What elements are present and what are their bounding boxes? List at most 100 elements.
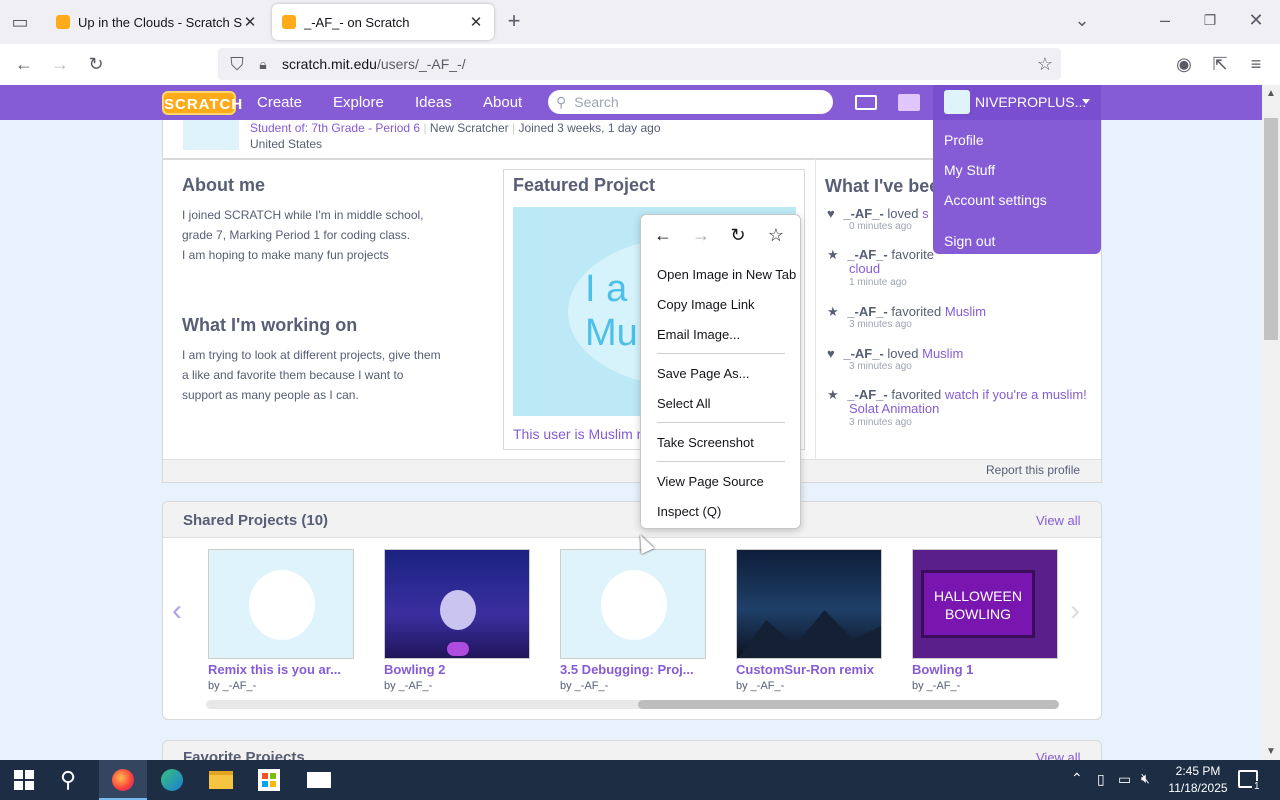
nav-create[interactable]: Create <box>257 94 302 111</box>
forward-icon[interactable]: → <box>691 225 711 245</box>
project-author[interactable]: by _-AF_- <box>736 680 784 692</box>
scrollbar-thumb[interactable] <box>1264 118 1278 340</box>
lock-icon[interactable]: 🔒︎ <box>252 54 274 74</box>
close-tab-icon[interactable]: ✕ <box>242 13 258 31</box>
messages-icon[interactable] <box>855 95 877 110</box>
minimize-icon[interactable]: – <box>1155 10 1175 30</box>
network-icon[interactable]: ▭ <box>1118 771 1131 788</box>
project-thumbnail[interactable]: HALLOWEEN BOWLING <box>912 549 1058 659</box>
project-author[interactable]: by _-AF_- <box>912 680 960 692</box>
search-input[interactable]: ⚲ Search <box>548 90 833 114</box>
activity-user[interactable]: _-AF_- <box>847 304 887 319</box>
nav-about[interactable]: About <box>483 94 522 111</box>
menu-icon[interactable]: ≡ <box>1246 54 1266 74</box>
activity-target[interactable]: watch if you're a muslim! <box>945 387 1087 402</box>
menu-my-stuff[interactable]: My Stuff <box>944 162 995 178</box>
file-explorer-icon[interactable] <box>209 771 233 789</box>
featured-caption-link[interactable]: This user is Muslim r <box>513 426 641 442</box>
username[interactable]: NIVEPROPLUS... <box>975 94 1086 110</box>
student-of-link[interactable]: Student of: 7th Grade - Period 6 <box>250 121 420 135</box>
close-tab-icon[interactable]: ✕ <box>468 13 484 31</box>
mail-icon[interactable] <box>307 772 331 788</box>
ctx-email-image[interactable]: Email Image... <box>657 327 740 342</box>
activity-user[interactable]: _-AF_- <box>843 346 883 361</box>
activity-target[interactable]: s <box>922 206 929 221</box>
shared-view-all[interactable]: View all <box>1036 513 1081 528</box>
country-label: United States <box>250 137 323 151</box>
tray-chevron-icon[interactable]: ⌃ <box>1071 770 1083 787</box>
reload-icon[interactable]: ↻ <box>86 54 106 74</box>
windows-start-icon[interactable] <box>14 770 34 790</box>
search-icon: ⚲ <box>556 93 567 110</box>
avatar[interactable] <box>944 90 970 114</box>
scroll-down-arrow[interactable]: ▼ <box>1266 746 1276 757</box>
project-thumbnail[interactable] <box>560 549 706 659</box>
activity-target[interactable]: cloud <box>849 261 880 276</box>
bookmark-star-icon[interactable]: ☆ <box>1035 54 1055 74</box>
project-title[interactable]: Bowling 1 <box>912 662 973 677</box>
restore-icon[interactable]: ❐ <box>1200 10 1220 30</box>
reload-icon[interactable]: ↻ <box>728 225 748 245</box>
project-title[interactable]: Remix this is you ar... <box>208 662 341 677</box>
menu-sign-out[interactable]: Sign out <box>944 233 995 249</box>
ctx-open-image[interactable]: Open Image in New Tab <box>657 267 796 282</box>
project-thumbnail[interactable] <box>736 549 882 659</box>
activity-user[interactable]: _-AF_- <box>847 247 887 262</box>
tab-overflow-chevron-icon[interactable]: ⌄ <box>1072 10 1092 30</box>
project-title[interactable]: CustomSur-Ron remix <box>736 662 874 677</box>
project-author[interactable]: by _-AF_- <box>208 680 256 692</box>
scroll-up-arrow[interactable]: ▲ <box>1266 88 1276 99</box>
project-author[interactable]: by _-AF_- <box>560 680 608 692</box>
activity-user[interactable]: _-AF_- <box>843 206 883 221</box>
project-author[interactable]: by _-AF_- <box>384 680 432 692</box>
bookmark-star-icon[interactable]: ☆ <box>766 225 786 245</box>
activity-target[interactable]: Muslim <box>922 346 963 361</box>
menu-account-settings[interactable]: Account settings <box>944 192 1047 208</box>
activity-item: ♥ _-AF_- loved s <box>827 206 929 221</box>
store-icon[interactable] <box>258 769 280 791</box>
url-bar[interactable]: ⛉ 🔒︎ scratch.mit.edu/users/_-AF_-/ ☆ <box>218 48 1061 80</box>
tray-device-icon[interactable]: ▯ <box>1097 771 1105 788</box>
new-tab-button[interactable]: + <box>504 10 524 32</box>
menu-profile[interactable]: Profile <box>944 132 984 148</box>
back-icon[interactable]: ← <box>14 54 34 74</box>
favorites-view-all[interactable]: View all <box>1036 750 1081 760</box>
ctx-view-source[interactable]: View Page Source <box>657 474 764 489</box>
project-thumbnail[interactable] <box>384 549 530 659</box>
forward-icon[interactable]: → <box>50 54 70 74</box>
project-thumbnail[interactable] <box>208 549 354 659</box>
ctx-save-page[interactable]: Save Page As... <box>657 366 750 381</box>
project-title[interactable]: Bowling 2 <box>384 662 445 677</box>
carousel-scrollbar-thumb[interactable] <box>638 700 1059 709</box>
ctx-take-screenshot[interactable]: Take Screenshot <box>657 435 754 450</box>
close-window-icon[interactable]: ✕ <box>1246 10 1266 30</box>
tab-af-scratch[interactable]: _-AF_- on Scratch ✕ <box>272 4 494 40</box>
extensions-icon[interactable]: ⇱ <box>1210 54 1230 74</box>
caret-down-icon[interactable] <box>1082 99 1090 104</box>
tab-list-icon[interactable]: ▭ <box>10 12 30 32</box>
clock-date[interactable]: 11/18/2025 <box>1164 781 1232 795</box>
shield-icon[interactable]: ⛉ <box>222 54 252 74</box>
account-icon[interactable]: ◉ <box>1174 54 1194 74</box>
project-title[interactable]: 3.5 Debugging: Proj... <box>560 662 694 677</box>
ctx-inspect[interactable]: Inspect (Q) <box>657 504 721 519</box>
edge-taskbar-icon[interactable] <box>161 769 183 791</box>
activity-target[interactable]: Muslim <box>945 304 986 319</box>
ctx-copy-image-link[interactable]: Copy Image Link <box>657 297 755 312</box>
firefox-taskbar-icon[interactable] <box>99 760 147 800</box>
activity-user[interactable]: _-AF_- <box>847 387 887 402</box>
scratch-logo[interactable]: SCRATCH <box>162 91 242 115</box>
activity-target[interactable]: Solat Animation <box>849 401 939 416</box>
carousel-left-arrow[interactable]: ‹ <box>172 594 182 628</box>
back-icon[interactable]: ← <box>653 225 673 245</box>
ctx-select-all[interactable]: Select All <box>657 396 710 411</box>
report-profile-link[interactable]: Report this profile <box>986 463 1080 477</box>
nav-explore[interactable]: Explore <box>333 94 384 111</box>
volume-icon[interactable]: 🔇︎ <box>1141 770 1150 787</box>
carousel-right-arrow[interactable]: › <box>1070 594 1080 628</box>
tab-up-in-the-clouds[interactable]: Up in the Clouds - Scratch Studio✕ <box>46 0 268 44</box>
nav-ideas[interactable]: Ideas <box>415 94 452 111</box>
my-stuff-icon[interactable] <box>898 94 920 111</box>
clock-time[interactable]: 2:45 PM <box>1168 764 1228 778</box>
search-icon[interactable]: ⚲ <box>60 767 76 793</box>
